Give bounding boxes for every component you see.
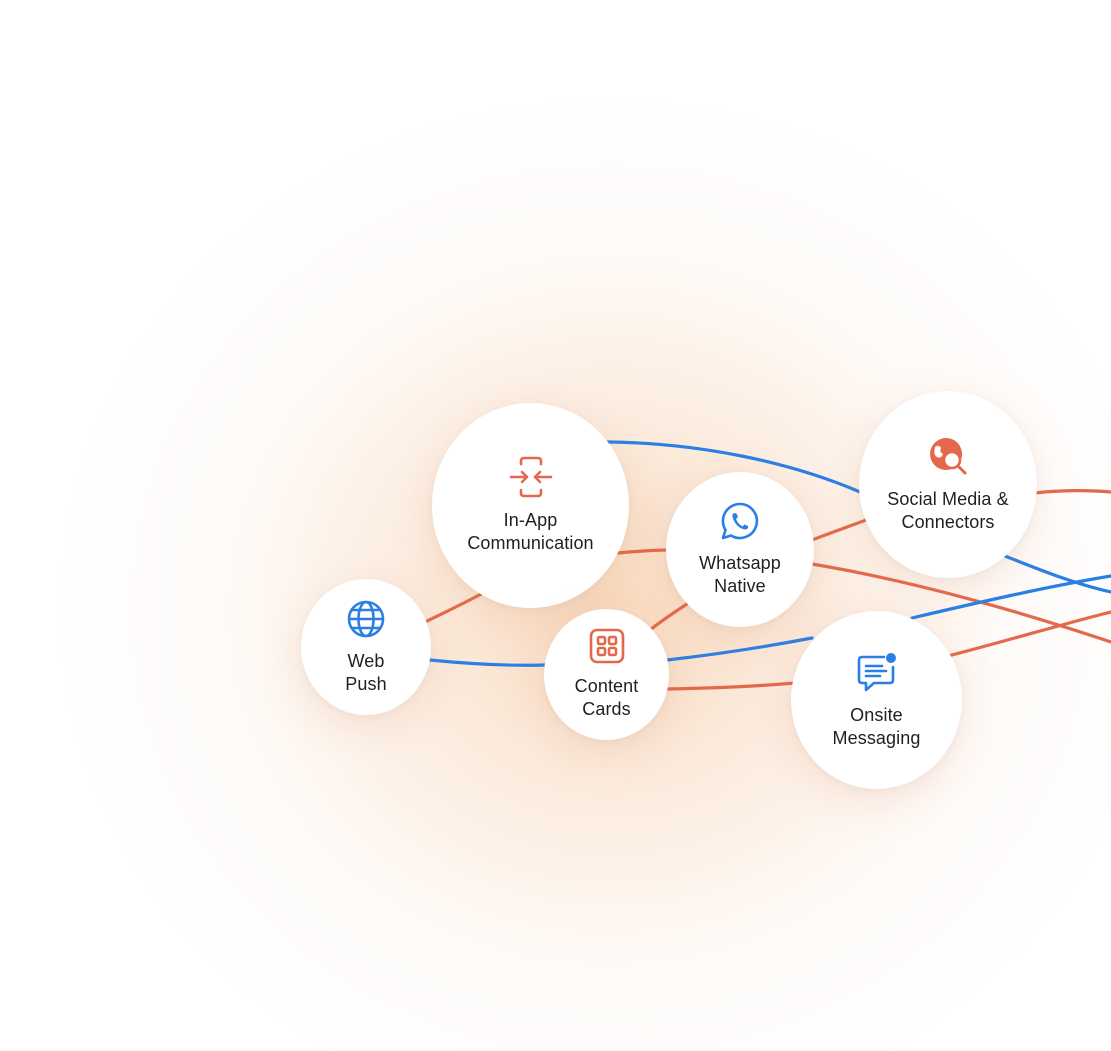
connector-inapp-whatsapp (616, 548, 672, 555)
connector-content-whatsapp (648, 600, 692, 632)
globe-icon (346, 599, 386, 644)
node-content-cards[interactable]: Content Cards (544, 609, 669, 740)
connector-webpush-inapp (423, 590, 487, 624)
connector-social-right (1033, 489, 1111, 495)
node-label: Content Cards (574, 676, 639, 719)
connector-whatsapp-social (810, 518, 868, 542)
chat-notification-icon (856, 651, 898, 698)
grid-cards-icon (589, 628, 625, 669)
node-label: Whatsapp Native (699, 553, 781, 596)
node-label: Social Media & Connectors (887, 489, 1009, 532)
connector-webpush-content (428, 658, 547, 667)
node-onsite-messaging[interactable]: Onsite Messaging (791, 611, 962, 789)
node-label: Web Push (345, 650, 387, 694)
node-label: In-App Communication (467, 510, 594, 553)
node-social-media-connectors[interactable]: Social Media & Connectors (859, 391, 1037, 578)
connector-content-onsite-blue (665, 636, 814, 662)
compress-arrows-icon (508, 456, 554, 503)
globe-search-icon (927, 435, 969, 482)
node-whatsapp-native[interactable]: Whatsapp Native (666, 472, 814, 627)
connector-content-onsite (665, 681, 797, 691)
node-label: Onsite Messaging (832, 704, 921, 748)
node-in-app-communication[interactable]: In-App Communication (432, 403, 629, 608)
whatsapp-icon (720, 501, 760, 546)
node-web-push[interactable]: Web Push (301, 579, 431, 715)
